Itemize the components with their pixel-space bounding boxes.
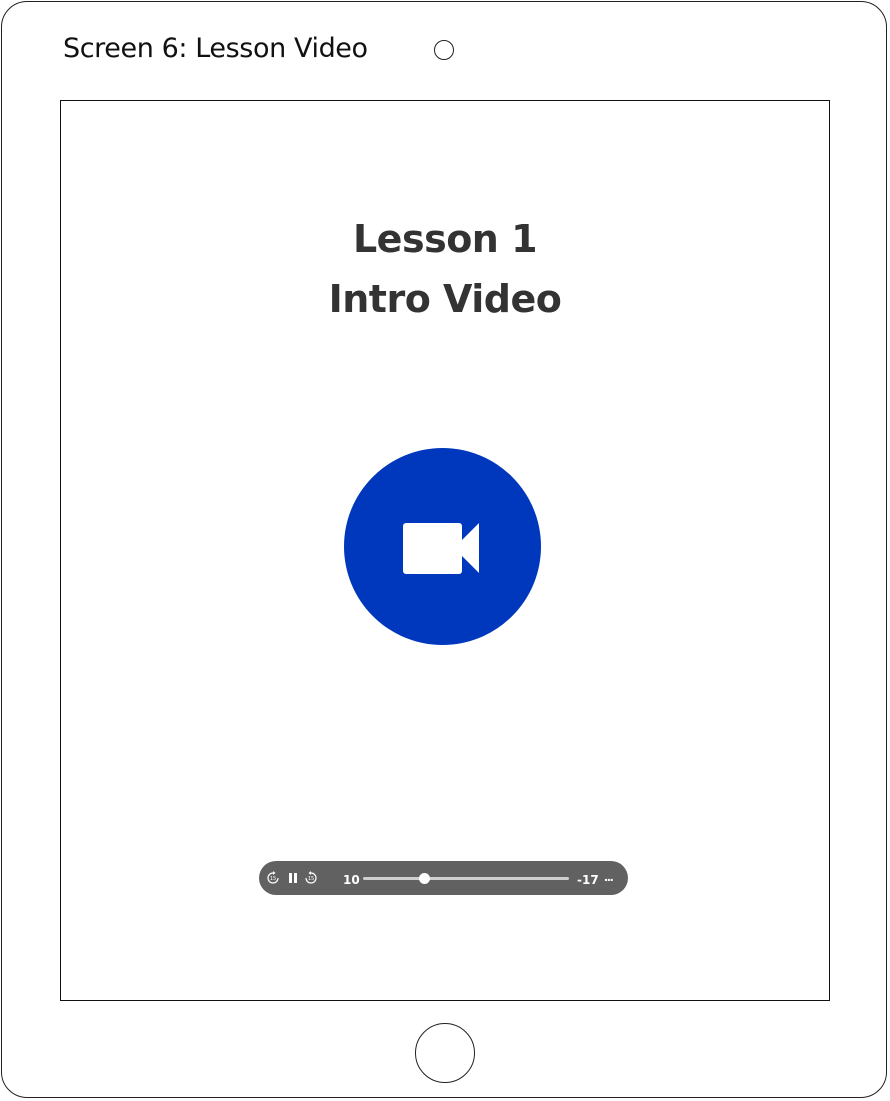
lesson-subtitle: Intro Video — [328, 277, 562, 321]
rewind-seconds: 15 — [270, 876, 276, 882]
progress-knob[interactable] — [419, 873, 431, 884]
rewind-button[interactable]: 15 — [266, 861, 280, 895]
rewind-icon: 15 — [267, 871, 279, 884]
pause-icon — [289, 873, 297, 883]
home-button[interactable] — [415, 1023, 475, 1083]
video-camera-icon — [403, 523, 479, 574]
remaining-time: -17 — [577, 873, 599, 887]
progress-track[interactable] — [363, 877, 569, 880]
play-video-button[interactable] — [344, 448, 541, 645]
forward-seconds: 15 — [308, 876, 314, 882]
forward-icon: 15 — [305, 871, 317, 884]
forward-button[interactable]: 15 — [304, 861, 318, 895]
elapsed-time: 10 — [343, 873, 360, 887]
more-options-button[interactable]: ... — [604, 861, 614, 895]
front-camera-icon — [434, 40, 454, 60]
video-player-controls: 15 15 10 -17 ... — [259, 861, 628, 895]
pause-button[interactable] — [286, 861, 300, 895]
screen-label: Screen 6: Lesson Video — [63, 33, 368, 64]
lesson-video-screen: Lesson 1 Intro Video 15 15 10 -17 ... — [60, 100, 830, 1001]
lesson-title: Lesson 1 — [352, 217, 538, 261]
